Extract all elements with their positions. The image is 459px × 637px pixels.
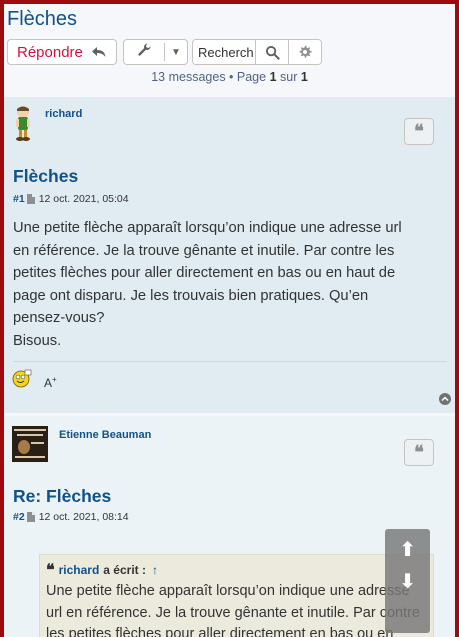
arrow-up-icon[interactable]: ⬆ — [385, 537, 430, 562]
post-title[interactable]: Flèches — [13, 166, 78, 187]
chevron-up-icon[interactable] — [439, 393, 451, 405]
smiley-icon — [12, 369, 32, 388]
signature-divider — [13, 361, 447, 362]
search-input[interactable] — [193, 40, 255, 64]
post-date: 12 oct. 2021, 08:14 — [38, 511, 129, 523]
message-count: 13 messages • Page — [151, 70, 270, 84]
page-frame: Flèches Répondre ▼ 13 messages • Page 1 … — [4, 4, 455, 637]
advanced-search-button[interactable] — [288, 40, 321, 64]
pagination-of: sur — [276, 70, 301, 84]
post-number[interactable]: #2 — [13, 511, 25, 523]
avatar[interactable] — [12, 106, 34, 142]
quote-block: ❝ richard a écrit : ↑ Une petite flèche … — [39, 554, 434, 637]
quote-button[interactable]: ❝ — [404, 439, 434, 466]
wrench-icon — [124, 42, 164, 62]
quote-button[interactable]: ❝ — [404, 118, 434, 145]
arrow-down-icon[interactable]: ⬇ — [385, 569, 430, 594]
floating-scroll-nav: ⬆ ⬇ — [385, 529, 430, 633]
search-icon — [265, 45, 280, 60]
document-icon — [26, 512, 35, 522]
font-size-letter: A — [44, 376, 53, 390]
quote-mark-icon: ❝ — [46, 560, 55, 579]
gear-icon — [299, 45, 312, 58]
search-button[interactable] — [255, 40, 288, 64]
avatar[interactable] — [12, 426, 48, 462]
quote-icon: ❝ — [414, 441, 424, 463]
total-pages: 1 — [300, 70, 308, 84]
post-date: 12 oct. 2021, 05:04 — [38, 193, 129, 205]
username[interactable]: richard — [45, 108, 82, 120]
quote-text: Une petite flèche apparaît lorsqu’on ind… — [46, 583, 420, 637]
topic-title[interactable]: Flèches — [7, 8, 77, 31]
post-meta: #2 12 oct. 2021, 08:14 — [13, 511, 129, 523]
post-1: richard ❝ Flèches #1 12 oct. 2021, 05:04… — [4, 97, 455, 413]
post-number[interactable]: #1 — [13, 193, 25, 205]
caret-down-icon[interactable]: ▼ — [165, 47, 187, 58]
post-content: Une petite flèche apparaît lorsqu’on ind… — [13, 220, 402, 349]
search-box — [192, 39, 322, 65]
topic-tools-button[interactable]: ▼ — [123, 39, 188, 65]
username[interactable]: Etienne Beauman — [59, 429, 151, 441]
arrow-up-icon[interactable]: ↑ — [152, 563, 158, 577]
quote-icon: ❝ — [414, 120, 424, 142]
quote-wrote: a écrit : — [103, 562, 146, 577]
document-icon — [26, 194, 35, 204]
font-size-increase[interactable]: A+ — [44, 375, 57, 390]
post-meta: #1 12 oct. 2021, 05:04 — [13, 193, 129, 205]
font-size-plus: + — [52, 375, 57, 384]
reply-icon — [90, 43, 108, 65]
reply-label: Répondre — [17, 43, 83, 61]
current-page: 1 — [269, 70, 277, 84]
pagination-info: 13 messages • Page 1 sur 1 — [4, 70, 455, 84]
reply-button[interactable]: Répondre — [7, 39, 117, 65]
quote-author[interactable]: richard — [59, 563, 100, 577]
quote-citation: ❝ richard a écrit : ↑ — [46, 560, 427, 579]
post-title[interactable]: Re: Flèches — [13, 486, 111, 507]
